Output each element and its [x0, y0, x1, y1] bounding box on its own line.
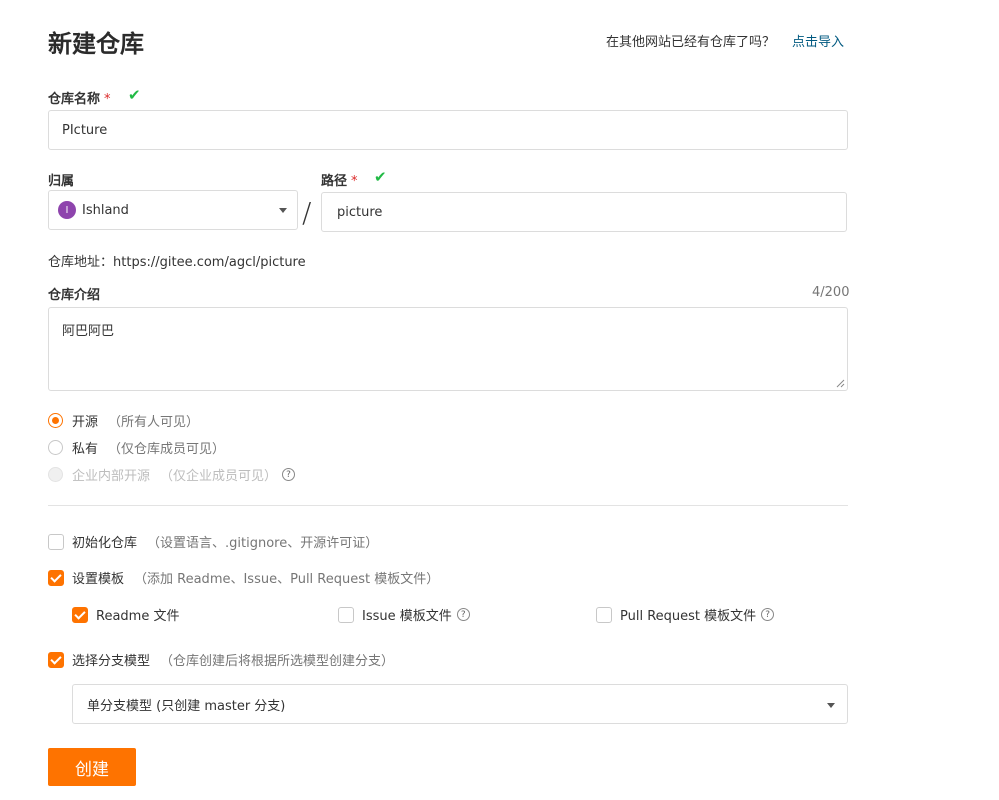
page-title: 新建仓库 — [48, 30, 144, 58]
visibility-enterprise: 企业内部开源 （仅企业成员可见） ? — [48, 465, 296, 484]
repo-name-label: 仓库名称 * — [48, 88, 111, 107]
chevron-down-icon — [827, 703, 835, 708]
chevron-down-icon — [279, 208, 287, 213]
visibility-open[interactable]: 开源 （所有人可见） — [48, 411, 199, 430]
template-issue-option[interactable]: Issue 模板文件 ? — [338, 605, 470, 624]
visibility-private-label: 私有 — [72, 442, 99, 457]
import-link[interactable]: 点击导入 — [792, 31, 844, 50]
pr-label: Pull Request 模板文件 — [620, 609, 757, 624]
issue-checkbox[interactable] — [338, 606, 354, 623]
path-input[interactable]: picture — [321, 192, 847, 232]
template-hint: （添加 Readme、Issue、Pull Request 模板文件） — [134, 572, 440, 587]
init-repo-option[interactable]: 初始化仓库 （设置语言、.gitignore、开源许可证） — [48, 532, 378, 551]
visibility-enterprise-hint: （仅企业成员可见） — [160, 469, 278, 484]
owner-value: Ishland — [82, 202, 129, 218]
owner-label: 归属 — [48, 174, 75, 189]
check-icon: ✔ — [128, 86, 141, 104]
visibility-open-label: 开源 — [72, 415, 99, 430]
readme-label: Readme 文件 — [96, 609, 180, 624]
repo-url-value: https://gitee.com/agcl/picture — [113, 255, 306, 270]
repo-name-label-text: 仓库名称 — [48, 92, 101, 107]
owner-select[interactable]: I Ishland — [48, 190, 298, 230]
issue-label: Issue 模板文件 — [362, 609, 452, 624]
visibility-private[interactable]: 私有 （仅仓库成员可见） — [48, 438, 225, 457]
branch-model-hint: （仓库创建后将根据所选模型创建分支） — [160, 654, 395, 669]
required-mark: * — [104, 92, 111, 107]
template-readme-option[interactable]: Readme 文件 — [72, 605, 179, 624]
repo-name-value: PIcture — [62, 122, 108, 138]
visibility-open-hint: （所有人可见） — [108, 415, 200, 430]
path-label-text: 路径 — [321, 174, 348, 189]
create-button[interactable]: 创建 — [48, 748, 136, 786]
radio-button[interactable] — [48, 440, 63, 455]
divider — [48, 505, 848, 506]
path-separator: / — [302, 196, 312, 229]
init-repo-checkbox[interactable] — [48, 533, 64, 550]
repo-url: 仓库地址：https://gitee.com/agcl/picture — [48, 251, 306, 270]
question-circle-icon[interactable]: ? — [761, 608, 775, 621]
repo-url-label: 仓库地址： — [48, 255, 114, 270]
template-checkbox[interactable] — [48, 569, 64, 586]
description-value: 阿巴阿巴 — [62, 324, 115, 339]
branch-model-value: 单分支模型 (只创建 master 分支) — [87, 698, 286, 714]
question-circle-icon[interactable]: ? — [282, 468, 296, 481]
template-option[interactable]: 设置模板 （添加 Readme、Issue、Pull Request 模板文件） — [48, 568, 439, 587]
branch-model-label: 选择分支模型 — [72, 654, 151, 669]
question-circle-icon[interactable]: ? — [456, 608, 470, 621]
template-label: 设置模板 — [72, 572, 125, 587]
path-label: 路径 * — [321, 170, 358, 189]
visibility-private-hint: （仅仓库成员可见） — [108, 442, 226, 457]
init-repo-hint: （设置语言、.gitignore、开源许可证） — [147, 536, 379, 551]
init-repo-label: 初始化仓库 — [72, 536, 138, 551]
import-question: 在其他网站已经有仓库了吗？ — [606, 35, 776, 50]
branch-model-select[interactable]: 单分支模型 (只创建 master 分支) — [72, 684, 848, 724]
branch-model-checkbox[interactable] — [48, 651, 64, 668]
template-pr-option[interactable]: Pull Request 模板文件 ? — [596, 605, 775, 624]
resize-grip-icon[interactable] — [836, 379, 845, 388]
avatar: I — [58, 201, 76, 219]
required-mark: * — [351, 174, 358, 189]
repo-name-input[interactable]: PIcture — [48, 110, 848, 150]
check-icon: ✔ — [374, 168, 387, 186]
radio-button[interactable] — [48, 413, 63, 428]
path-value: picture — [337, 204, 383, 220]
description-counter: 4/200 — [812, 285, 850, 300]
branch-model-option[interactable]: 选择分支模型 （仓库创建后将根据所选模型创建分支） — [48, 650, 394, 669]
radio-button — [48, 467, 63, 482]
readme-checkbox[interactable] — [72, 606, 88, 623]
visibility-enterprise-label: 企业内部开源 — [72, 469, 151, 484]
description-label: 仓库介绍 — [48, 288, 101, 303]
pr-checkbox[interactable] — [596, 606, 612, 623]
description-textarea[interactable]: 阿巴阿巴 — [48, 307, 848, 391]
